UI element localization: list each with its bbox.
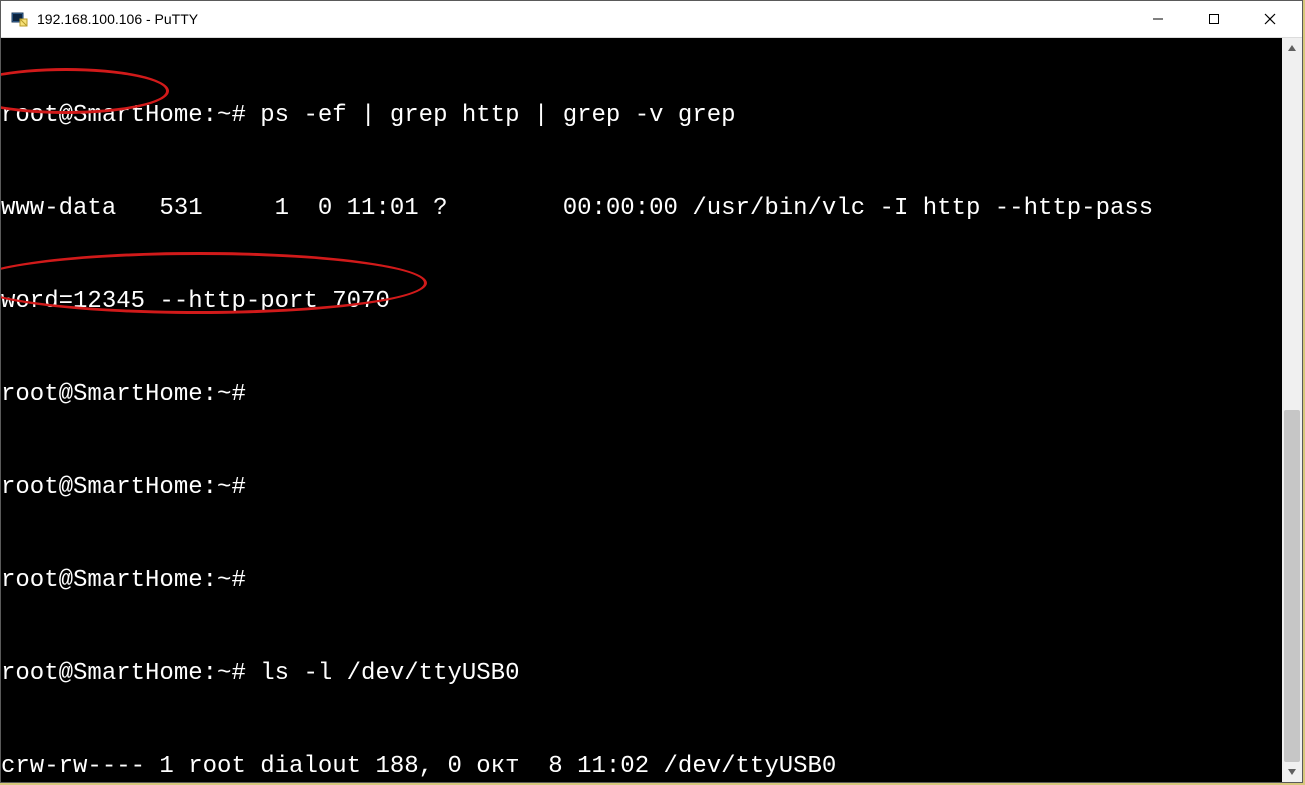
client-area: root@SmartHome:~# ps -ef | grep http | g… [1,38,1302,782]
window-controls [1130,1,1298,37]
putty-window: 192.168.100.106 - PuTTY root@SmartHome:~… [0,0,1303,783]
scroll-down-button[interactable] [1282,762,1302,782]
scrollbar-thumb[interactable] [1284,410,1300,762]
scrollbar-track[interactable] [1282,58,1302,762]
close-button[interactable] [1242,1,1298,37]
minimize-button[interactable] [1130,1,1186,37]
terminal-line: www-data 531 1 0 11:01 ? 00:00:00 /usr/b… [1,193,1282,224]
maximize-button[interactable] [1186,1,1242,37]
vertical-scrollbar[interactable] [1282,38,1302,782]
scroll-up-button[interactable] [1282,38,1302,58]
putty-icon [9,9,29,29]
terminal-line: root@SmartHome:~# ls -l /dev/ttyUSB0 [1,658,1282,689]
terminal-line: root@SmartHome:~# ps -ef | grep http | g… [1,100,1282,131]
titlebar[interactable]: 192.168.100.106 - PuTTY [1,1,1302,38]
terminal-line: crw-rw---- 1 root dialout 188, 0 окт 8 1… [1,751,1282,782]
terminal-line: word=12345 --http-port 7070 [1,286,1282,317]
window-title: 192.168.100.106 - PuTTY [37,11,1130,27]
terminal-line: root@SmartHome:~# [1,565,1282,596]
terminal-line: root@SmartHome:~# [1,472,1282,503]
terminal[interactable]: root@SmartHome:~# ps -ef | grep http | g… [1,38,1282,782]
terminal-line: root@SmartHome:~# [1,379,1282,410]
